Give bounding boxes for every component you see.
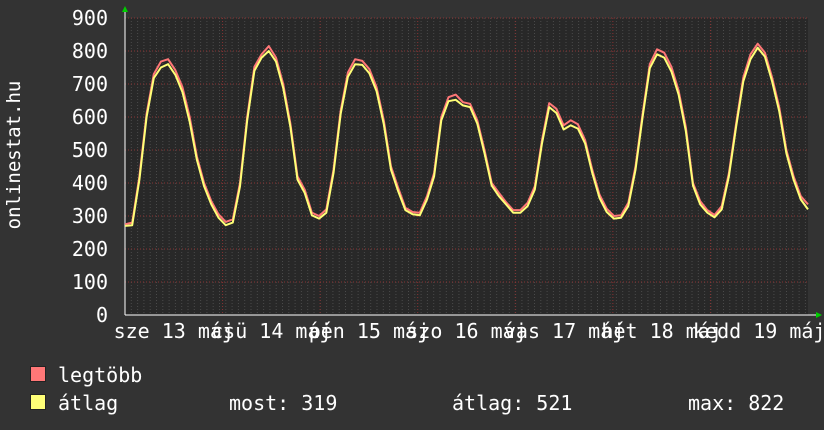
y-axis-arrow (122, 6, 128, 12)
y-tick-label: 500 (72, 138, 108, 162)
x-axis-arrow (816, 312, 822, 318)
y-axis-label: onlinestat.hu (2, 60, 26, 250)
y-tick-label: 400 (72, 171, 108, 195)
y-tick-label: 300 (72, 204, 108, 228)
legend-label-legtobb: legtöbb (58, 363, 143, 387)
y-tick-label: 700 (72, 72, 108, 96)
y-axis-label-text: onlinestat.hu (3, 80, 25, 230)
y-tick-label: 100 (72, 270, 108, 294)
y-tick-label: 800 (72, 39, 108, 63)
legend-swatch-atlag (30, 394, 46, 410)
x-tick-label: kedd 19 máj (693, 319, 824, 343)
legend-swatch-legtobb (30, 366, 46, 382)
y-tick-label: 200 (72, 237, 108, 261)
legend-label-atlag: átlag (58, 391, 119, 415)
y-tick-label: 900 (72, 6, 108, 30)
stat-most: most: 319 (229, 391, 338, 415)
y-tick-label: 600 (72, 105, 108, 129)
y-tick-label: 0 (96, 303, 108, 327)
line-chart: 0100200300400500600700800900sze 13 májcs… (72, 6, 824, 343)
stat-max: max: 822 (688, 391, 785, 415)
plot-area (125, 18, 808, 315)
stat-atlag: átlag: 521 (452, 391, 573, 415)
